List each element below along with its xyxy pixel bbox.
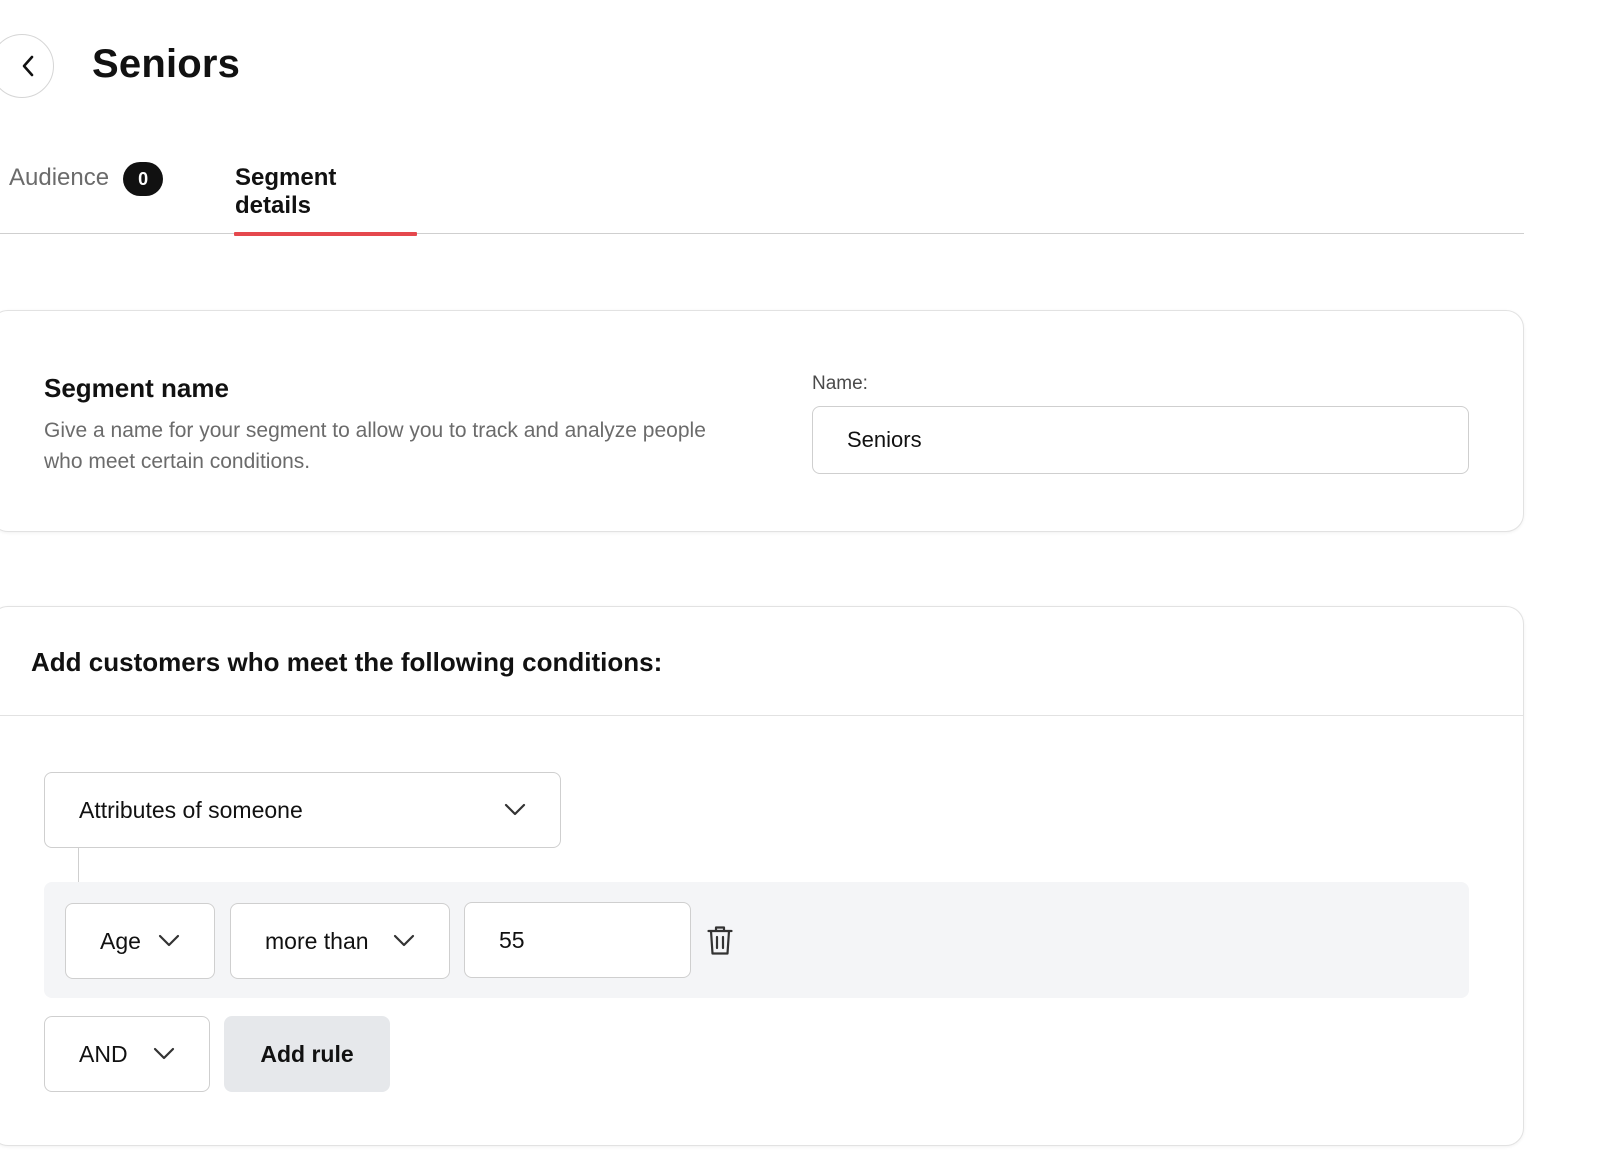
delete-rule-button[interactable]	[705, 922, 735, 958]
combinator-select[interactable]: AND	[44, 1016, 210, 1092]
chevron-down-icon	[158, 934, 180, 948]
trash-icon	[707, 926, 733, 955]
active-tab-indicator	[234, 232, 417, 236]
tab-segment-details[interactable]: Segment details	[234, 150, 417, 236]
chevron-down-icon	[504, 803, 526, 817]
operator-select[interactable]: more than	[230, 903, 450, 979]
combinator-value: AND	[79, 1040, 128, 1067]
chevron-down-icon	[393, 934, 415, 948]
add-rule-button[interactable]: Add rule	[224, 1016, 390, 1092]
rule-connector-line	[78, 848, 79, 884]
chevron-left-icon	[22, 55, 34, 77]
chevron-down-icon	[153, 1047, 175, 1061]
condition-type-value: Attributes of someone	[79, 796, 303, 823]
tab-audience[interactable]: Audience 0	[9, 150, 164, 234]
conditions-card: Add customers who meet the following con…	[0, 606, 1524, 1146]
segment-name-title: Segment name	[44, 373, 229, 403]
segment-name-input[interactable]	[812, 406, 1469, 474]
page-title: Seniors	[92, 42, 241, 86]
rule-row: Age more than	[44, 882, 1469, 998]
divider	[0, 715, 1523, 716]
tab-segment-details-label: Segment details	[235, 164, 337, 219]
audience-count-badge: 0	[123, 162, 164, 196]
tab-audience-label: Audience	[9, 164, 110, 191]
condition-type-select[interactable]: Attributes of someone	[44, 772, 561, 848]
rule-value-input[interactable]	[464, 902, 691, 978]
back-button[interactable]	[0, 34, 54, 98]
operator-value: more than	[265, 927, 369, 954]
segment-name-description: Give a name for your segment to allow yo…	[44, 419, 706, 473]
attribute-value: Age	[100, 927, 141, 954]
tab-bar: Audience 0 Segment details	[0, 150, 1524, 236]
segment-name-card: Segment name Give a name for your segmen…	[0, 310, 1524, 532]
name-field-label: Name:	[812, 373, 868, 394]
attribute-select[interactable]: Age	[65, 903, 215, 979]
conditions-title: Add customers who meet the following con…	[31, 647, 663, 677]
page: Seniors Audience 0 Segment details Segme…	[0, 0, 1600, 1174]
